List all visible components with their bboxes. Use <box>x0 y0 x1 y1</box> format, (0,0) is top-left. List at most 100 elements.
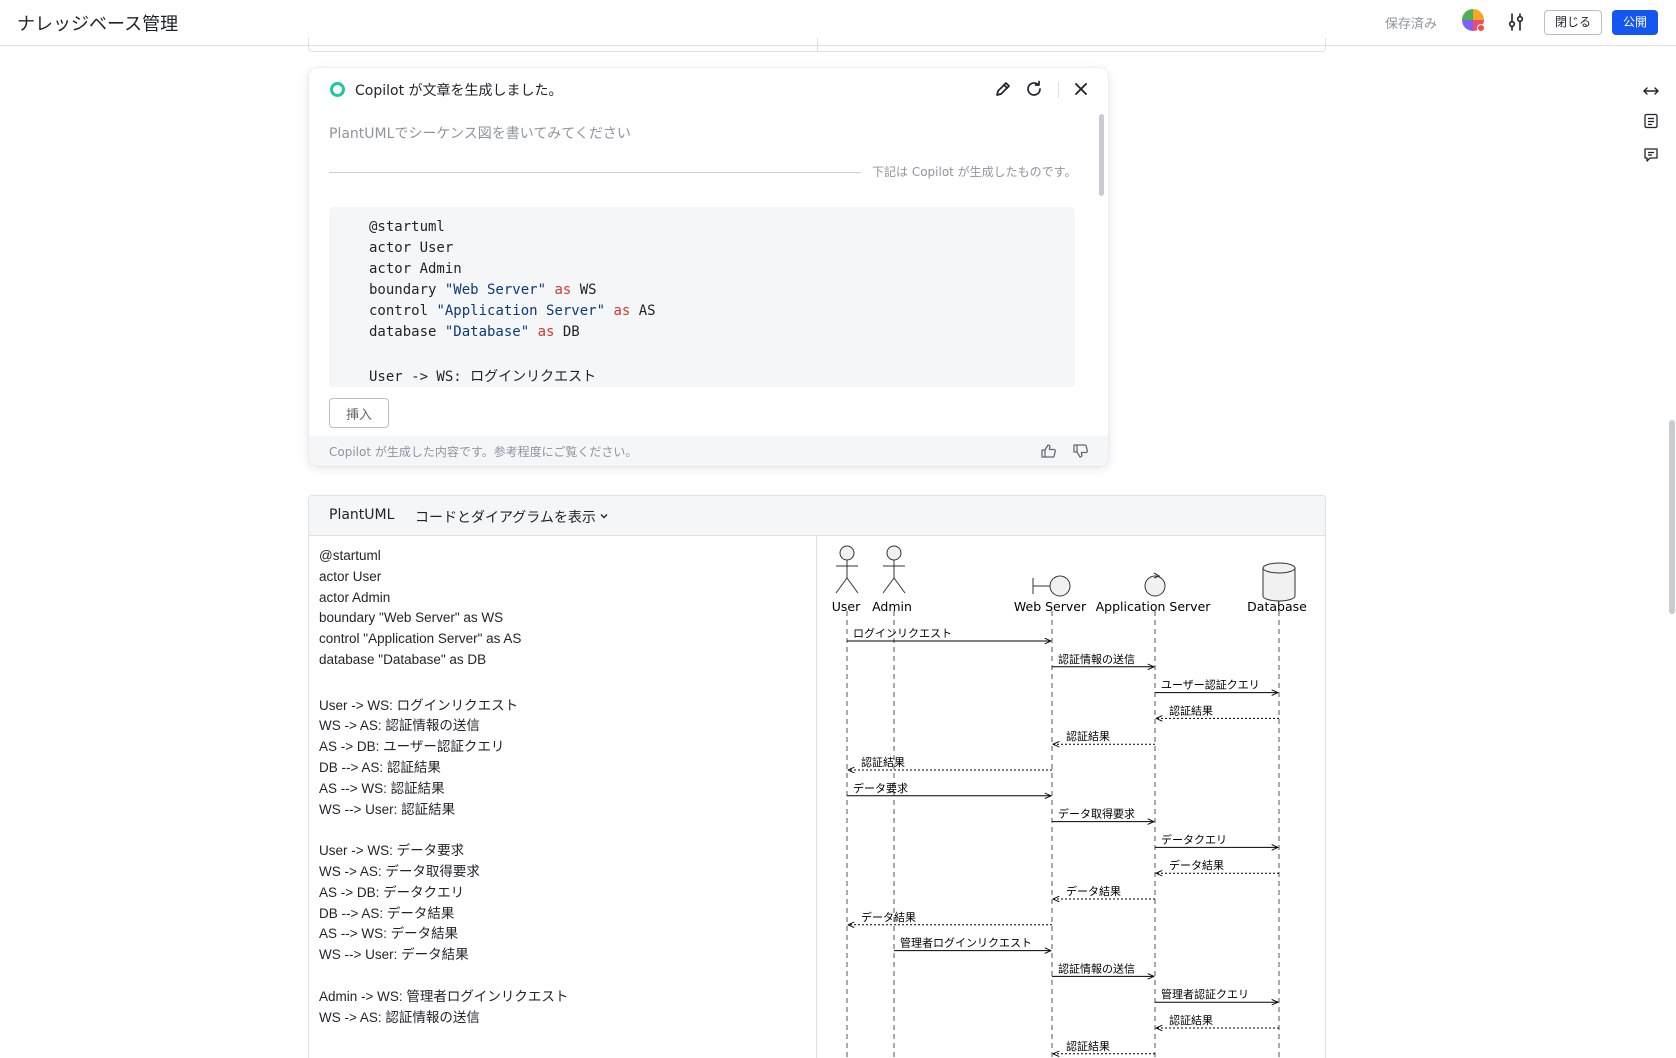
message-label: 認証情報の送信 <box>1058 961 1135 975</box>
message-label: 認証情報の送信 <box>1058 652 1135 666</box>
source-line: @startuml <box>319 548 381 563</box>
source-line: DB --> AS: 認証結果 <box>319 760 441 775</box>
code-line: User -> WS: ログインリクエスト <box>369 369 597 385</box>
pencil-icon[interactable] <box>993 79 1013 99</box>
source-line: WS -> AS: 認証情報の送信 <box>319 718 480 734</box>
previous-block-divider <box>817 38 818 51</box>
plantuml-header: PlantUML コードとダイアグラムを表示 <box>309 496 1325 536</box>
message-label: ログインリクエスト <box>853 626 952 640</box>
actor-head <box>839 545 855 561</box>
outline-icon[interactable] <box>1642 112 1660 130</box>
source-line: control "Application Server" as AS <box>319 631 522 647</box>
page-title: ナレッジベース管理 <box>17 14 179 35</box>
avatar[interactable] <box>1462 9 1485 32</box>
participant-label: User <box>832 599 861 614</box>
code-string: "Database" <box>444 324 530 340</box>
copilot-code-block: @startuml actor User actor Admin boundar… <box>329 207 1075 387</box>
source-line: AS -> DB: データクエリ <box>319 884 465 900</box>
page-scrollbar[interactable] <box>1669 420 1675 614</box>
message-label: データ結果 <box>1169 858 1224 872</box>
code-line: control "Application Server" as AS <box>369 303 656 319</box>
copilot-title: Copilot が文章を生成しました。 <box>355 83 563 99</box>
source-line: WS -> AS: データ取得要求 <box>319 864 480 879</box>
plantuml-block: PlantUML コードとダイアグラムを表示 @startuml actor Us… <box>308 495 1326 1058</box>
sequence-diagram: User Admin Web Server Application Server Dat… <box>832 545 1307 1058</box>
code-line: database "Database" as DB <box>369 324 580 340</box>
source-line: User -> WS: ログインリクエスト <box>319 697 519 713</box>
view-mode-dropdown[interactable]: コードとダイアグラムを表示 <box>415 507 609 527</box>
copilot-panel: Copilot が文章を生成しました。 PlantUMLでシーケンス図を書いてみ… <box>309 68 1108 466</box>
participant-label: Web Server <box>1014 599 1087 614</box>
notification-dot <box>1477 24 1485 32</box>
message-label: 認証結果 <box>1066 1039 1110 1053</box>
source-line: AS --> WS: データ結果 <box>319 926 459 942</box>
thumbs-up-icon[interactable] <box>1040 442 1058 460</box>
source-line: database "Database" as DB <box>319 652 487 667</box>
actor-leg <box>835 577 848 594</box>
message-label: ユーザー認証クエリ <box>1161 678 1260 692</box>
saved-status: 保存済み <box>1385 17 1438 32</box>
copilot-disclaimer: Copilot が生成した内容です。参考程度にご覧ください。 <box>329 445 638 459</box>
source-line: actor User <box>319 568 382 584</box>
code-line: actor Admin <box>369 261 462 277</box>
code-string: "Application Server" <box>436 303 606 319</box>
message-label: データ結果 <box>861 910 916 924</box>
message-label: データ取得要求 <box>1058 807 1135 821</box>
message-label: 管理者認証クエリ <box>1161 987 1249 1001</box>
source-line: WS --> User: 認証結果 <box>319 801 456 817</box>
source-line: Admin -> WS: 管理者ログインリクエスト <box>319 988 569 1004</box>
actor-leg <box>846 577 859 594</box>
sliders-icon[interactable] <box>1506 11 1528 33</box>
code-line: @startuml <box>369 219 445 235</box>
code-string: "Web Server" <box>444 282 547 298</box>
thumbs-down-icon[interactable] <box>1072 442 1090 460</box>
boundary-circle <box>1049 575 1071 597</box>
code-keyword: as <box>554 282 572 298</box>
participant-label: Admin <box>872 599 912 614</box>
copilot-scrollbar[interactable] <box>1099 114 1104 196</box>
comments-icon[interactable] <box>1642 146 1660 164</box>
message-label: 認証結果 <box>1066 729 1110 743</box>
message-label: 認証結果 <box>1169 1013 1213 1027</box>
copilot-divider <box>329 172 861 173</box>
expand-width-icon[interactable] <box>1642 82 1660 100</box>
code-line: actor User <box>369 240 454 256</box>
actor-leg <box>893 577 906 594</box>
participant-label: Database <box>1247 599 1307 614</box>
message-label: データ要求 <box>853 781 908 795</box>
code-keyword: as <box>537 324 555 340</box>
refresh-icon[interactable] <box>1024 79 1044 99</box>
chevron-down-icon <box>600 514 608 519</box>
source-line: actor Admin <box>319 589 391 605</box>
source-line: User -> WS: データ要求 <box>319 843 465 859</box>
code-line: boundary "Web Server" as WS <box>369 282 597 298</box>
copilot-prompt: PlantUMLでシーケンス図を書いてみてください <box>329 126 631 142</box>
participant-label: Application Server <box>1096 599 1212 614</box>
plantuml-label: PlantUML <box>329 507 395 523</box>
code-keyword: as <box>613 303 631 319</box>
source-line: AS --> WS: 認証結果 <box>319 780 445 796</box>
source-line: DB --> AS: データ結果 <box>319 905 455 921</box>
database-top <box>1262 562 1296 574</box>
message-label: 認証結果 <box>861 755 905 769</box>
close-icon[interactable] <box>1071 79 1091 99</box>
view-mode-label: コードとダイアグラムを表示 <box>415 510 596 526</box>
copilot-generated-note: 下記は Copilot が生成したものです。 <box>872 165 1077 179</box>
close-button[interactable]: 閉じる <box>1544 10 1603 35</box>
actor-leg <box>882 577 895 594</box>
copilot-status-icon <box>330 82 345 97</box>
message-label: 認証結果 <box>1169 703 1213 717</box>
publish-button[interactable]: 公開 <box>1612 10 1659 35</box>
message-label: データクエリ <box>1161 832 1227 846</box>
control-circle <box>1144 575 1166 597</box>
source-line: AS -> DB: ユーザー認証クエリ <box>319 739 505 755</box>
insert-button[interactable]: 挿入 <box>329 398 389 428</box>
source-line: boundary "Web Server" as WS <box>319 610 504 626</box>
copilot-footer: Copilot が生成した内容です。参考程度にご覧ください。 <box>309 436 1108 466</box>
previous-block <box>308 38 1326 52</box>
actor-head <box>886 545 902 561</box>
message-label: データ結果 <box>1066 884 1121 898</box>
toolbar-separator <box>1058 82 1059 98</box>
source-line: WS -> AS: 認証情報の送信 <box>319 1009 480 1025</box>
source-line: WS --> User: データ結果 <box>319 947 469 963</box>
